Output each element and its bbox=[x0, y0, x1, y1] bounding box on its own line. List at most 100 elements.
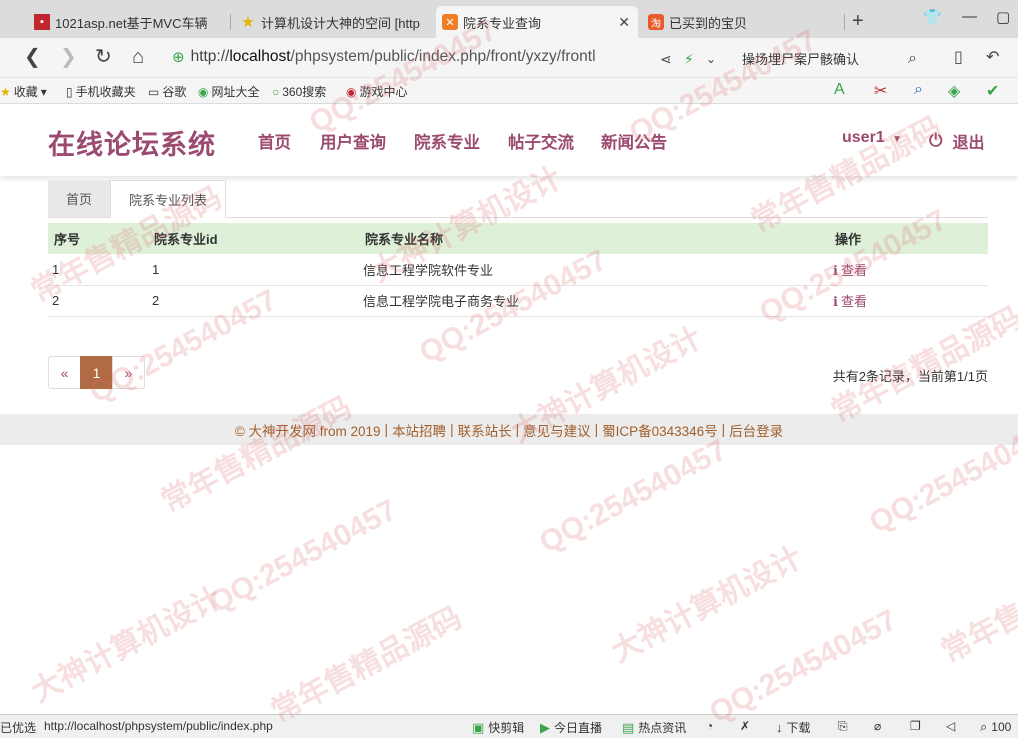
news-icon: ▤ bbox=[622, 719, 635, 735]
table-header-row: 序号 院系专业id 院系专业名称 操作 bbox=[48, 223, 988, 254]
nav-home[interactable]: 首页 bbox=[258, 129, 291, 153]
skin-icon[interactable]: 👕 bbox=[923, 8, 942, 26]
browser-tab-1[interactable]: ▪ 1021asp.net基于MVC车辆 bbox=[28, 6, 228, 38]
live-button[interactable]: ▶ 今日直播 bbox=[540, 719, 602, 736]
bookmark-google[interactable]: ▭ 谷歌 bbox=[148, 83, 186, 100]
username: user1 bbox=[842, 129, 885, 146]
url-path: /phpsystem/public/index.php/front/yxzy/f… bbox=[290, 48, 596, 65]
film-icon: ▣ bbox=[472, 719, 485, 735]
news-button[interactable]: ▤ 热点资讯 bbox=[622, 719, 686, 736]
status-optimized: 已优选 bbox=[0, 721, 37, 735]
lightning-icon[interactable]: ⚡ bbox=[684, 48, 694, 70]
table-row: 2 2 信息工程学院电子商务专业 ℹ 查看 bbox=[48, 285, 988, 317]
breadcrumb-home[interactable]: 首页 bbox=[48, 180, 110, 217]
address-bar[interactable]: ⊕ http://localhost/phpsystem/public/inde… bbox=[172, 43, 728, 71]
chevron-down-icon[interactable]: ⌄ bbox=[706, 48, 716, 70]
next-page-button[interactable]: » bbox=[112, 356, 145, 389]
share-icon[interactable]: ⋖ bbox=[660, 48, 672, 70]
search-icon[interactable]: ⌕ bbox=[908, 48, 917, 70]
browser-tab-4[interactable]: 淘 已买到的宝贝 bbox=[642, 6, 842, 38]
maximize-icon[interactable]: ▢ bbox=[996, 8, 1010, 26]
bookmark-360search[interactable]: ○ 360搜索 bbox=[272, 83, 326, 100]
clear-icon[interactable]: ⌀ bbox=[874, 719, 881, 733]
view-link[interactable]: ℹ 查看 bbox=[829, 285, 988, 317]
download-button[interactable]: ↓ 下载 bbox=[776, 719, 811, 736]
url-host: localhost bbox=[229, 48, 291, 65]
caret-down-icon: ▼ bbox=[892, 134, 903, 145]
info-icon: ℹ bbox=[833, 262, 838, 278]
scissors-icon[interactable]: ✂ bbox=[874, 81, 887, 101]
window-icon[interactable]: ❐ bbox=[910, 719, 921, 733]
back-icon[interactable]: ❮ bbox=[24, 46, 41, 68]
zoom-control[interactable]: ⌕ 100 bbox=[980, 719, 1011, 735]
pagination-summary: 共有2条记录，当前第1/1页 bbox=[832, 369, 988, 384]
prev-page-button[interactable]: « bbox=[48, 356, 81, 389]
watermark-text: 常年售精品源码 bbox=[266, 601, 468, 729]
page-1-button[interactable]: 1 bbox=[80, 356, 113, 389]
breadcrumb-current: 院系专业列表 bbox=[110, 180, 226, 218]
nav-departments[interactable]: 院系专业 bbox=[414, 129, 480, 153]
watermark-text: 大神计算机设计 bbox=[606, 541, 808, 669]
breadcrumb: 首页 院系专业列表 bbox=[48, 180, 988, 218]
game-icon: ◉ bbox=[346, 84, 357, 99]
site-footer: © 大神开发网 from 2019 | 本站招聘 | 联系站长 | 意见与建议 … bbox=[0, 414, 1018, 445]
footer-feedback-link[interactable]: 意见与建议 bbox=[523, 420, 591, 440]
tab-title: 院系专业查询 bbox=[463, 15, 542, 31]
undo-icon[interactable]: ↶ bbox=[986, 47, 999, 69]
cell-name: 信息工程学院软件专业 bbox=[359, 254, 829, 286]
star-icon: ★ bbox=[241, 14, 255, 31]
nav-posts[interactable]: 帖子交流 bbox=[508, 129, 574, 153]
tab-title: 已买到的宝贝 bbox=[669, 15, 748, 31]
footer-icp-link[interactable]: 蜀ICP备0343346号 bbox=[602, 420, 718, 440]
refresh-icon[interactable]: ↻ bbox=[95, 46, 112, 68]
tools-icon[interactable]: ✗ bbox=[740, 719, 750, 733]
site-header: 在线论坛系统 首页 用户查询 院系专业 帖子交流 新闻公告 user1 ▼ ⏻ … bbox=[0, 105, 1018, 176]
pip-icon[interactable]: ⎘ bbox=[838, 719, 848, 734]
nav-news[interactable]: 新闻公告 bbox=[601, 129, 667, 153]
cell-index: 1 bbox=[48, 254, 148, 286]
bookmarks-bar: ★ 收藏 ▾ ▯ 手机收藏夹 ▭ 谷歌 ◉ 网址大全 ○ 360搜索 ◉ 游戏中… bbox=[0, 78, 1018, 104]
forward-icon[interactable]: ❯ bbox=[60, 46, 77, 68]
cell-index: 2 bbox=[48, 285, 148, 317]
page-icon: ▭ bbox=[148, 84, 160, 99]
translate-icon[interactable]: A bbox=[834, 81, 845, 99]
footer-jobs-link[interactable]: 本站招聘 bbox=[392, 420, 446, 440]
logout-button[interactable]: ⏻ 退出 bbox=[929, 129, 984, 153]
search-icon[interactable]: ⌕ bbox=[914, 81, 923, 99]
quick-edit-button[interactable]: ▣ 快剪辑 bbox=[472, 719, 524, 736]
star-icon: ★ bbox=[0, 84, 11, 99]
browser-tab-bar: ▪ 1021asp.net基于MVC车辆 ★ 计算机设计大神的空间 [http … bbox=[0, 0, 1018, 38]
watermark-text: QQ:254540457 bbox=[534, 433, 733, 560]
user-menu[interactable]: user1 ▼ bbox=[842, 129, 902, 147]
watermark-text: QQ:254540457 bbox=[704, 603, 903, 730]
globe-icon: ◉ bbox=[198, 84, 209, 99]
mobile-icon[interactable]: ▯ bbox=[954, 47, 963, 69]
view-link[interactable]: ℹ 查看 bbox=[829, 254, 988, 286]
gamepad-icon[interactable]: ◈ bbox=[948, 81, 960, 101]
site-logo[interactable]: 在线论坛系统 bbox=[48, 123, 216, 162]
search-input[interactable]: 操场埋尸案尸骸确认 bbox=[742, 49, 859, 68]
browser-tab-active[interactable]: ✕ 院系专业查询 ✕ bbox=[436, 6, 638, 38]
cell-id: 2 bbox=[148, 285, 359, 317]
bookmark-nav-sites[interactable]: ◉ 网址大全 bbox=[198, 83, 260, 100]
bookmark-mobile[interactable]: ▯ 手机收藏夹 bbox=[66, 83, 136, 100]
nav-user-query[interactable]: 用户查询 bbox=[320, 129, 386, 153]
footer-contact-link[interactable]: 联系站长 bbox=[458, 420, 512, 440]
table-row: 1 1 信息工程学院软件专业 ℹ 查看 bbox=[48, 254, 988, 286]
home-icon[interactable]: ⌂ bbox=[132, 46, 144, 68]
tab-title: 计算机设计大神的空间 [http bbox=[261, 15, 420, 31]
footer-admin-login-link[interactable]: 后台登录 bbox=[729, 420, 783, 440]
speed-icon[interactable]: ◔ bbox=[706, 719, 713, 733]
tab-title: 1021asp.net基于MVC车辆 bbox=[55, 15, 208, 31]
pagination: « 1 » bbox=[48, 356, 145, 389]
bookmark-games[interactable]: ◉ 游戏中心 bbox=[346, 83, 408, 100]
shield-check-icon[interactable]: ✔ bbox=[986, 81, 999, 101]
browser-tab-2[interactable]: ★ 计算机设计大神的空间 [http bbox=[234, 6, 432, 38]
watermark-text: 大神计算机设计 bbox=[26, 581, 228, 709]
bookmark-favorites[interactable]: ★ 收藏 ▾ bbox=[0, 83, 50, 100]
mobile-icon: ▯ bbox=[66, 84, 73, 99]
sound-icon[interactable]: ◁ bbox=[946, 719, 955, 733]
close-tab-icon[interactable]: ✕ bbox=[618, 14, 630, 31]
new-tab-icon[interactable]: + bbox=[852, 10, 864, 33]
minimize-icon[interactable]: — bbox=[962, 8, 977, 25]
